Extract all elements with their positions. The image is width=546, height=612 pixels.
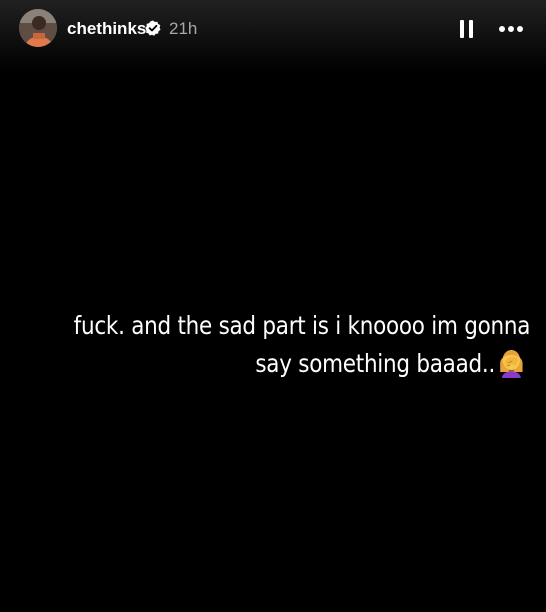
more-options-icon[interactable] — [497, 18, 527, 40]
story-text-line-1: fuck. and the sad part is i knoooo im go… — [73, 311, 531, 340]
avatar-image — [19, 9, 57, 47]
post-time: 21h — [169, 19, 198, 38]
pause-icon[interactable] — [458, 18, 476, 40]
verified-badge-icon — [145, 20, 161, 36]
avatar[interactable] — [19, 9, 57, 47]
story-text-line-2: say something baaad.. — [255, 349, 496, 378]
story-header: chethinks 21h — [0, 0, 546, 72]
story-text-line-2-wrap: say something baaad.. — [74, 344, 526, 382]
story-viewer: chethinks 21h fuck. and the sad part is … — [0, 0, 546, 612]
username[interactable]: chethinks — [67, 19, 146, 39]
story-text: fuck. and the sad part is i knoooo im go… — [73, 308, 531, 382]
woman-facepalming-emoji — [500, 350, 523, 378]
